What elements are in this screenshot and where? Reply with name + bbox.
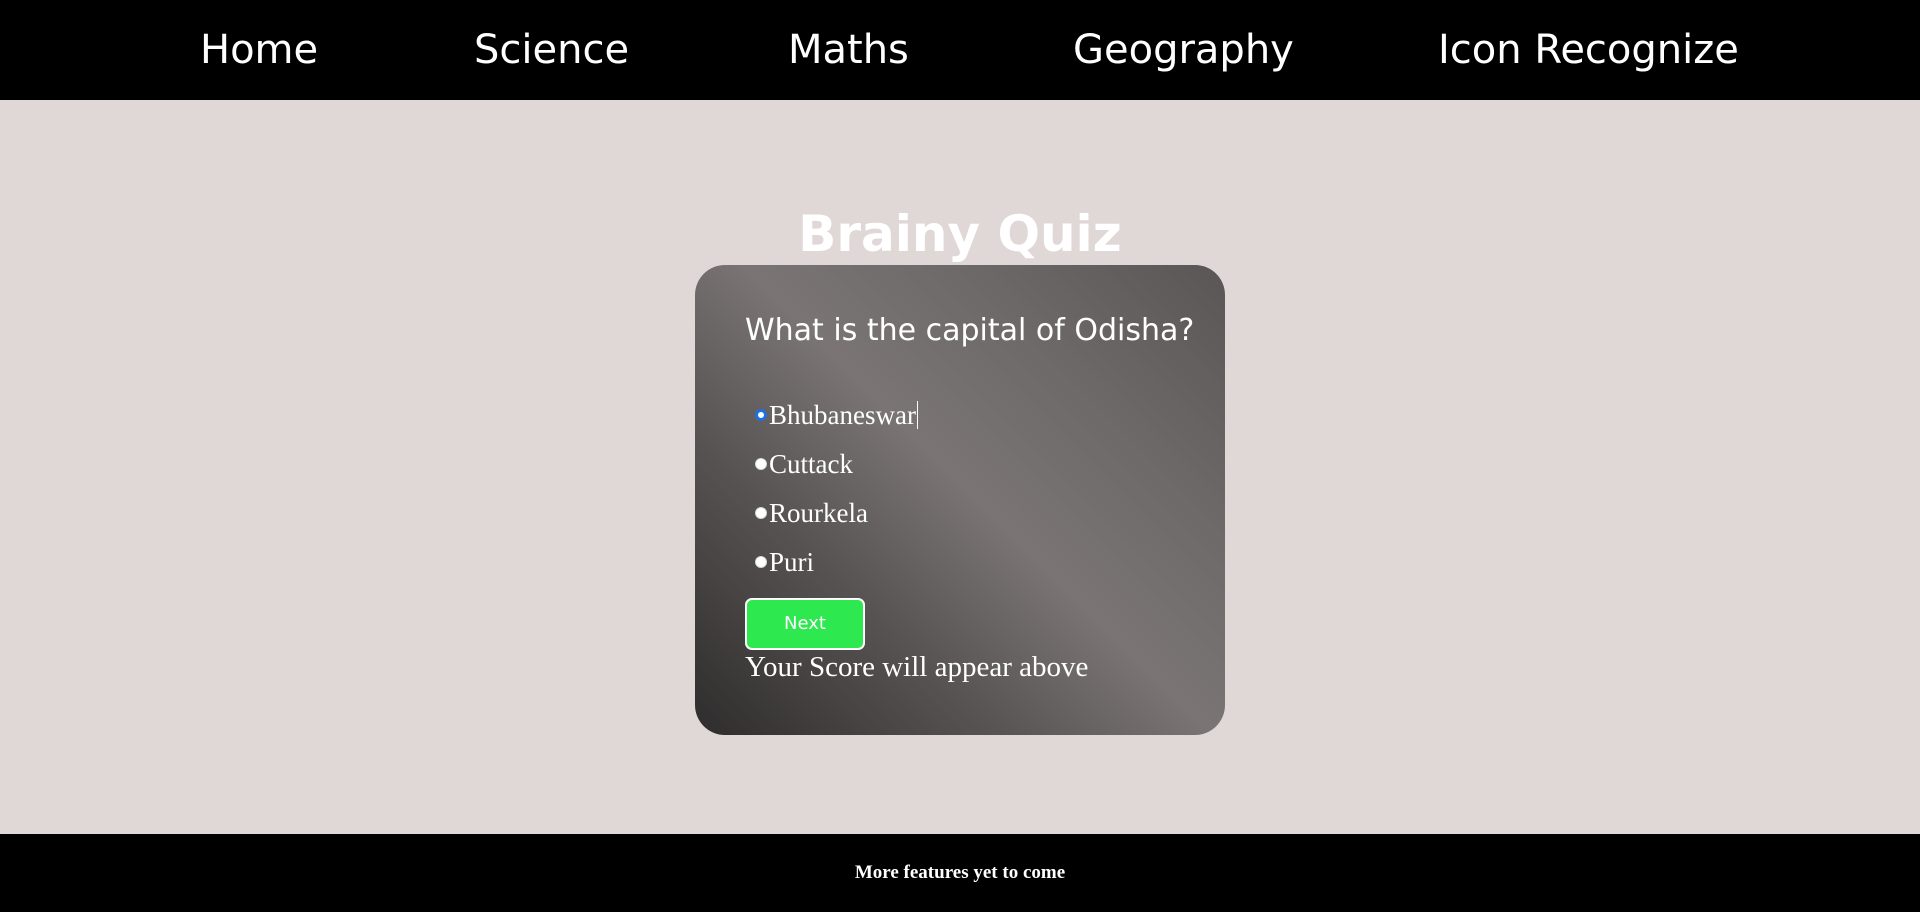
text-cursor	[916, 401, 918, 429]
answer-option-rourkela[interactable]: Rourkela	[755, 496, 868, 530]
answer-option-puri[interactable]: Puri	[755, 545, 814, 579]
quiz-card: What is the capital of Odisha? Bhubanesw…	[695, 265, 1225, 735]
next-button[interactable]: Next	[745, 598, 865, 650]
question-text: What is the capital of Odisha?	[745, 313, 1195, 348]
radio-button[interactable]	[755, 507, 767, 519]
nav-link-home[interactable]: Home	[200, 26, 318, 74]
footer: More features yet to come	[0, 834, 1920, 912]
answer-option-label: Puri	[769, 547, 815, 577]
footer-text: More features yet to come	[854, 862, 1066, 883]
answer-option-label: Cuttack	[769, 449, 853, 479]
radio-button-selected[interactable]	[755, 409, 767, 421]
answer-option-label: Bhubaneswar	[769, 400, 916, 430]
top-navbar: Home Science Maths Geography Icon Recogn…	[0, 0, 1920, 100]
answer-option-bhubaneswar[interactable]: Bhubaneswar	[755, 398, 918, 432]
nav-link-geography[interactable]: Geography	[1073, 26, 1294, 74]
answer-option-cuttack[interactable]: Cuttack	[755, 447, 853, 481]
nav-link-maths[interactable]: Maths	[788, 26, 909, 74]
radio-button[interactable]	[755, 556, 767, 568]
nav-link-science[interactable]: Science	[474, 26, 629, 74]
answer-option-label: Rourkela	[769, 498, 868, 528]
page-title: Brainy Quiz	[798, 205, 1122, 263]
score-text: Your Score will appear above	[745, 651, 1089, 683]
nav-link-icon-recognize[interactable]: Icon Recognize	[1438, 26, 1739, 74]
radio-button[interactable]	[755, 458, 767, 470]
